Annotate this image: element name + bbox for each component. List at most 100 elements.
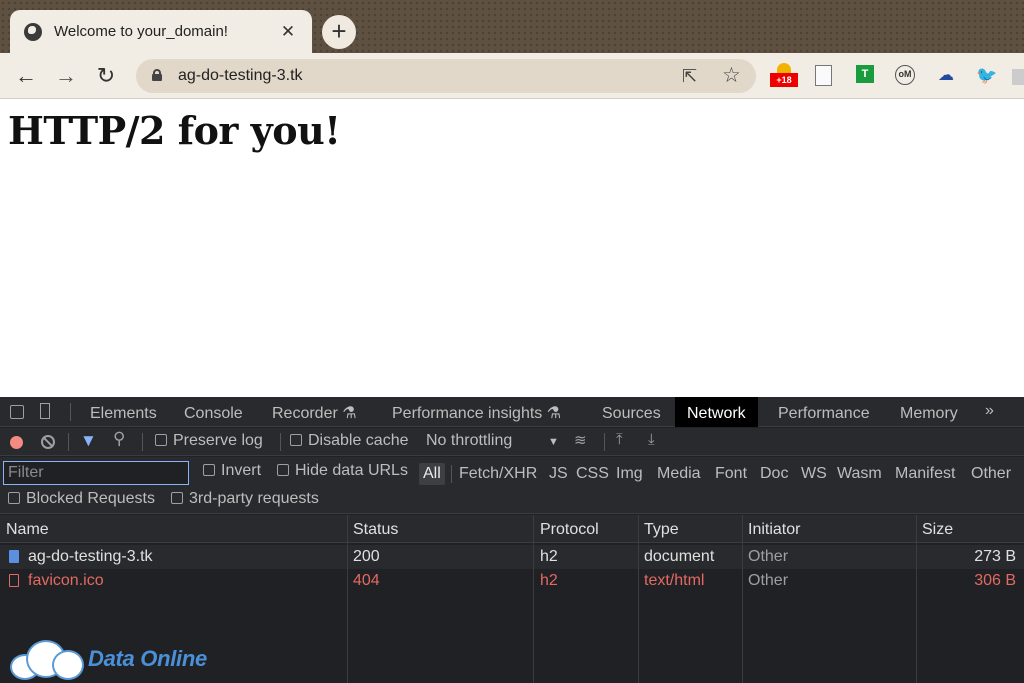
extension-bird-icon[interactable]: 🐦 — [976, 65, 998, 87]
divider — [604, 433, 605, 451]
tab-memory[interactable]: Memory — [900, 397, 958, 427]
checkbox-icon[interactable] — [203, 464, 215, 476]
cloud-icon — [8, 638, 86, 680]
cell-status: 404 — [353, 572, 380, 589]
forward-arrow-icon[interactable]: → — [52, 62, 80, 90]
cell-protocol: h2 — [540, 572, 558, 589]
preserve-log-checkbox[interactable]: Preserve log — [155, 432, 263, 450]
cell-type: text/html — [644, 572, 705, 589]
column-divider[interactable] — [742, 515, 743, 683]
search-icon[interactable]: ⚲ — [113, 429, 125, 449]
tab-network[interactable]: Network — [675, 397, 758, 427]
extension-document-icon[interactable] — [815, 65, 832, 86]
divider — [451, 465, 452, 483]
filter-type-font[interactable]: Font — [715, 465, 747, 483]
chevron-down-icon[interactable]: ▼ — [548, 436, 559, 448]
extension-partial-icon[interactable] — [1012, 69, 1024, 85]
cell-size: 273 B — [974, 548, 1016, 565]
share-icon[interactable]: ⇱ — [682, 66, 697, 87]
browser-toolbar: ← → ↻ ag-do-testing-3.tk ⇱ ☆ +18 T oM ☁ … — [0, 53, 1024, 99]
import-har-icon[interactable]: ⤒ — [616, 431, 623, 448]
filter-type-img[interactable]: Img — [616, 465, 643, 483]
back-arrow-icon[interactable]: ← — [12, 62, 40, 90]
cell-size: 306 B — [974, 572, 1016, 589]
filter-type-manifest[interactable]: Manifest — [895, 465, 955, 483]
table-row[interactable]: favicon.ico 404 h2 text/html Other 306 B — [0, 569, 1024, 593]
cell-initiator: Other — [748, 572, 789, 589]
filter-funnel-icon[interactable]: ▼ — [80, 431, 97, 451]
extension-t-icon[interactable]: T — [856, 65, 874, 83]
filter-type-css[interactable]: CSS — [576, 465, 609, 483]
page-heading: HTTP/2 for you! — [8, 108, 341, 153]
invert-checkbox[interactable]: Invert — [203, 462, 261, 480]
tab-performance[interactable]: Performance — [778, 397, 870, 427]
cell-protocol: h2 — [540, 548, 558, 565]
filter-type-wasm[interactable]: Wasm — [837, 465, 882, 483]
filter-input[interactable] — [3, 461, 189, 485]
filter-type-fetch-xhr[interactable]: Fetch/XHR — [459, 465, 537, 483]
filter-type-other[interactable]: Other — [971, 465, 1011, 483]
device-toolbar-icon[interactable] — [40, 403, 50, 419]
checkbox-icon[interactable] — [8, 492, 20, 504]
filter-type-doc[interactable]: Doc — [760, 465, 788, 483]
devtools-tab-bar: Elements Console Recorder ⚗ Performance … — [0, 397, 1024, 427]
extension-om-icon[interactable]: oM — [895, 65, 915, 85]
clear-icon[interactable] — [41, 435, 55, 449]
url-text[interactable]: ag-do-testing-3.tk — [178, 67, 303, 85]
page-content: HTTP/2 for you! — [0, 100, 1024, 397]
column-divider[interactable] — [916, 515, 917, 683]
tab-performance-insights[interactable]: Performance insights ⚗ — [392, 397, 561, 427]
disable-cache-checkbox[interactable]: Disable cache — [290, 432, 409, 450]
filter-type-js[interactable]: JS — [549, 465, 568, 483]
cell-name[interactable]: favicon.ico — [28, 572, 104, 590]
column-header-type[interactable]: Type — [644, 521, 679, 539]
cell-status: 200 — [353, 548, 380, 565]
checkbox-icon[interactable] — [155, 434, 167, 446]
column-header-status[interactable]: Status — [353, 521, 398, 539]
reload-icon[interactable]: ↻ — [92, 62, 120, 90]
column-header-initiator[interactable]: Initiator — [748, 521, 800, 539]
extension-flag-icon[interactable]: +18 — [770, 63, 798, 89]
filter-type-all[interactable]: All — [419, 463, 445, 485]
globe-icon — [24, 22, 42, 41]
new-tab-button[interactable]: + — [322, 15, 356, 49]
export-har-icon[interactable]: ⤓ — [648, 431, 655, 448]
column-header-protocol[interactable]: Protocol — [540, 521, 599, 539]
checkbox-icon[interactable] — [290, 434, 302, 446]
third-party-requests-checkbox[interactable]: 3rd-party requests — [171, 490, 319, 508]
close-tab-icon[interactable]: ✕ — [278, 22, 298, 42]
hide-data-urls-checkbox[interactable]: Hide data URLs — [277, 462, 408, 480]
column-divider[interactable] — [533, 515, 534, 683]
tab-elements[interactable]: Elements — [90, 397, 157, 427]
filter-type-media[interactable]: Media — [657, 465, 701, 483]
lock-icon[interactable] — [152, 69, 162, 81]
network-conditions-icon[interactable]: ≋ — [574, 431, 587, 449]
bookmark-star-icon[interactable]: ☆ — [722, 63, 741, 88]
divider — [280, 433, 281, 451]
filter-type-ws[interactable]: WS — [801, 465, 827, 483]
tab-console[interactable]: Console — [184, 397, 243, 427]
throttling-select[interactable]: No throttling — [426, 432, 512, 450]
checkbox-icon[interactable] — [171, 492, 183, 504]
watermark-logo: Data Online — [8, 634, 238, 682]
checkbox-icon[interactable] — [277, 464, 289, 476]
divider — [68, 433, 69, 451]
cell-type: document — [644, 548, 715, 565]
column-header-name[interactable]: Name — [6, 521, 49, 539]
cell-name[interactable]: ag-do-testing-3.tk — [28, 548, 153, 566]
record-icon[interactable] — [10, 436, 23, 449]
column-divider[interactable] — [638, 515, 639, 683]
extension-cloud-icon[interactable]: ☁ — [935, 65, 957, 87]
error-file-icon — [9, 574, 19, 587]
table-row[interactable]: ag-do-testing-3.tk 200 h2 document Other… — [0, 545, 1024, 569]
blocked-requests-checkbox[interactable]: Blocked Requests — [8, 490, 155, 508]
tab-recorder[interactable]: Recorder ⚗ — [272, 397, 357, 427]
more-tabs-chevron-icon[interactable]: » — [985, 397, 994, 427]
browser-tab[interactable]: Welcome to your_domain! ✕ — [10, 10, 312, 53]
address-bar[interactable]: ag-do-testing-3.tk ⇱ ☆ — [136, 59, 756, 93]
column-divider[interactable] — [347, 515, 348, 683]
tab-sources[interactable]: Sources — [602, 397, 661, 427]
column-header-size[interactable]: Size — [922, 521, 953, 539]
cell-initiator: Other — [748, 548, 789, 565]
inspect-element-icon[interactable] — [10, 405, 24, 419]
